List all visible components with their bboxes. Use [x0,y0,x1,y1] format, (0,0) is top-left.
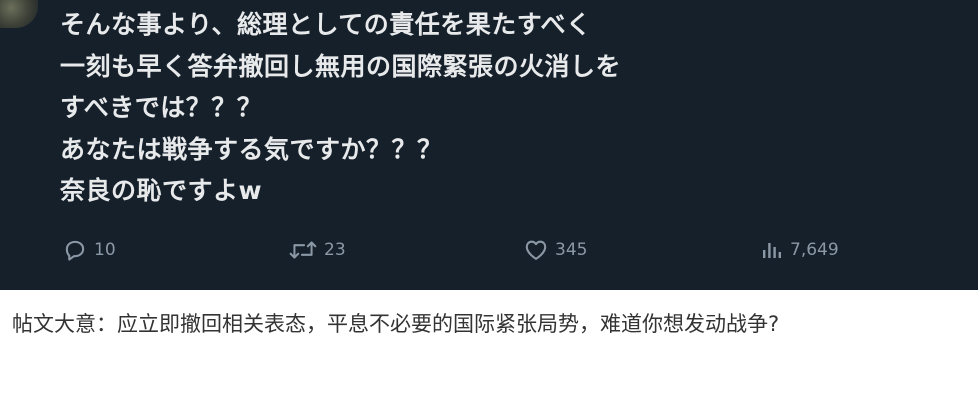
tweet-line-3: すべきでは？？？ [60,93,263,122]
reply-button[interactable]: 10 [62,228,116,272]
like-count: 345 [555,240,588,260]
tweet-line-5: 奈良の恥ですよw [60,176,263,205]
tweet-actions-bar: 10 23 345 7,649 [0,228,978,272]
repost-button[interactable]: 23 [288,228,346,272]
views-icon [760,237,784,263]
tweet-card: そんな事より、総理としての責任を果たすべく 一刻も早く答弁撤回し無用の国際緊張の… [0,0,978,290]
caption-text: 帖文大意：应立即撤回相关表态，平息不必要的国际紧张局势，难道你想发动战争? [12,312,780,336]
tweet-line-1: そんな事より、総理としての責任を果たすべく [60,10,592,39]
tweet-text: そんな事より、総理としての責任を果たすべく 一刻も早く答弁撤回し無用の国際緊張の… [60,4,960,212]
repost-icon [288,237,318,263]
avatar[interactable] [0,0,38,28]
tweet-line-2: 一刻も早く答弁撤回し無用の国際緊張の火消しを [60,51,622,81]
like-icon [523,237,549,263]
reply-icon [62,237,88,263]
tweet-line-4: あなたは戦争する気ですか？？？ [60,134,443,164]
reply-count: 10 [94,240,116,260]
like-button[interactable]: 345 [523,228,587,272]
views-count: 7,649 [790,240,839,260]
views-button[interactable]: 7,649 [760,228,839,272]
repost-count: 23 [324,240,346,260]
